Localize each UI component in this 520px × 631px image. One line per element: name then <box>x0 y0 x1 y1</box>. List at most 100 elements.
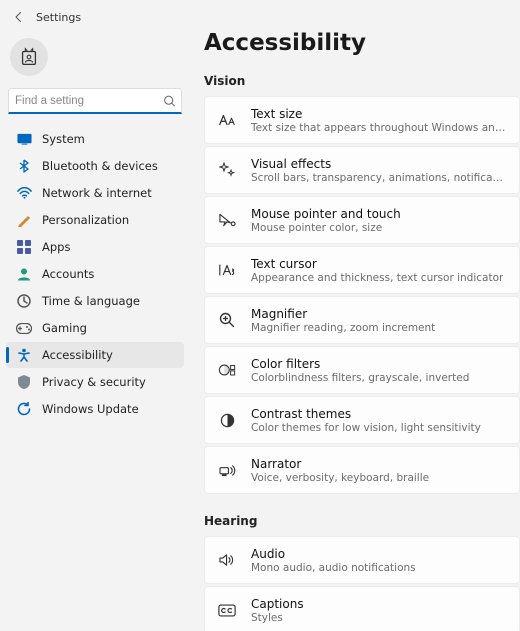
card-desc: Text size that appears throughout Window… <box>251 122 507 134</box>
avatar[interactable] <box>10 38 48 76</box>
card-text: NarratorVoice, verbosity, keyboard, brai… <box>251 457 429 484</box>
accessibility-icon <box>16 347 32 363</box>
card-desc: Scroll bars, transparency, animations, n… <box>251 172 507 184</box>
card-title: Captions <box>251 597 304 611</box>
card-text: Visual effectsScroll bars, transparency,… <box>251 157 507 184</box>
card-title: Contrast themes <box>251 407 481 421</box>
card-desc: Mono audio, audio notifications <box>251 562 416 574</box>
setting-card-text-size[interactable]: Text sizeText size that appears througho… <box>204 96 520 144</box>
titlebar: Settings <box>6 6 184 34</box>
nav-item-label: System <box>42 132 85 146</box>
card-text: Contrast themesColor themes for low visi… <box>251 407 481 434</box>
text-cursor-icon <box>217 260 237 280</box>
card-desc: Styles <box>251 612 304 624</box>
page-title: Accessibility <box>204 30 520 56</box>
bluetooth-icon <box>16 158 32 174</box>
card-text: Color filtersColorblindness filters, gra… <box>251 357 469 384</box>
nav-item-label: Personalization <box>42 213 129 227</box>
card-title: Mouse pointer and touch <box>251 207 401 221</box>
group-header: Vision <box>204 74 520 88</box>
card-title: Visual effects <box>251 157 507 171</box>
accounts-icon <box>16 266 32 282</box>
visual-effects-icon <box>217 160 237 180</box>
card-list: AudioMono audio, audio notifications Capt… <box>204 536 520 631</box>
card-title: Narrator <box>251 457 429 471</box>
back-button[interactable] <box>10 8 28 26</box>
nav-item-personalization[interactable]: Personalization <box>6 207 184 233</box>
setting-card-text-cursor[interactable]: Text cursorAppearance and thickness, tex… <box>204 246 520 294</box>
card-text: Text sizeText size that appears througho… <box>251 107 507 134</box>
setting-card-mouse-pointer-and-touch[interactable]: Mouse pointer and touchMouse pointer col… <box>204 196 520 244</box>
card-desc: Mouse pointer color, size <box>251 222 401 234</box>
main-content: Accessibility Vision Text sizeText size t… <box>190 0 520 631</box>
card-title: Audio <box>251 547 416 561</box>
search-icon <box>163 95 176 108</box>
setting-card-visual-effects[interactable]: Visual effectsScroll bars, transparency,… <box>204 146 520 194</box>
mouse-icon <box>217 210 237 230</box>
magnifier-icon <box>217 310 237 330</box>
color-filters-icon <box>217 360 237 380</box>
nav-item-label: Accessibility <box>42 348 113 362</box>
search-input[interactable] <box>8 88 182 114</box>
setting-card-color-filters[interactable]: Color filtersColorblindness filters, gra… <box>204 346 520 394</box>
nav-item-label: Gaming <box>42 321 87 335</box>
nav-item-label: Time & language <box>42 294 140 308</box>
nav-item-accessibility[interactable]: Accessibility <box>6 342 184 368</box>
card-title: Color filters <box>251 357 469 371</box>
apps-icon <box>16 239 32 255</box>
group-header: Hearing <box>204 514 520 528</box>
nav-item-privacy-security[interactable]: Privacy & security <box>6 369 184 395</box>
card-title: Text cursor <box>251 257 503 271</box>
avatar-icon <box>18 46 40 68</box>
app-title: Settings <box>36 11 81 24</box>
nav-item-gaming[interactable]: Gaming <box>6 315 184 341</box>
setting-card-magnifier[interactable]: MagnifierMagnifier reading, zoom increme… <box>204 296 520 344</box>
text-size-icon <box>217 110 237 130</box>
contrast-icon <box>217 410 237 430</box>
nav-list: System Bluetooth & devices Network & inter… <box>6 126 184 422</box>
nav-item-label: Accounts <box>42 267 94 281</box>
nav-item-time-language[interactable]: Time & language <box>6 288 184 314</box>
card-text: CaptionsStyles <box>251 597 304 624</box>
search-wrap <box>8 88 182 114</box>
card-desc: Magnifier reading, zoom increment <box>251 322 435 334</box>
time-icon <box>16 293 32 309</box>
gaming-icon <box>16 320 32 336</box>
personalization-icon <box>16 212 32 228</box>
nav-item-label: Apps <box>42 240 70 254</box>
narrator-icon <box>217 460 237 480</box>
setting-card-audio[interactable]: AudioMono audio, audio notifications <box>204 536 520 584</box>
setting-card-captions[interactable]: CaptionsStyles <box>204 586 520 631</box>
card-desc: Color themes for low vision, light sensi… <box>251 422 481 434</box>
nav-item-windows-update[interactable]: Windows Update <box>6 396 184 422</box>
nav-item-apps[interactable]: Apps <box>6 234 184 260</box>
setting-card-narrator[interactable]: NarratorVoice, verbosity, keyboard, brai… <box>204 446 520 494</box>
card-desc: Voice, verbosity, keyboard, braille <box>251 472 429 484</box>
card-text: Mouse pointer and touchMouse pointer col… <box>251 207 401 234</box>
nav-item-system[interactable]: System <box>6 126 184 152</box>
card-text: Text cursorAppearance and thickness, tex… <box>251 257 503 284</box>
nav-item-accounts[interactable]: Accounts <box>6 261 184 287</box>
nav-item-label: Bluetooth & devices <box>42 159 158 173</box>
nav-item-label: Network & internet <box>42 186 152 200</box>
card-list: Text sizeText size that appears througho… <box>204 96 520 494</box>
setting-card-contrast-themes[interactable]: Contrast themesColor themes for low visi… <box>204 396 520 444</box>
card-desc: Colorblindness filters, grayscale, inver… <box>251 372 469 384</box>
card-text: AudioMono audio, audio notifications <box>251 547 416 574</box>
update-icon <box>16 401 32 417</box>
nav-item-label: Windows Update <box>42 402 139 416</box>
nav-item-bluetooth-devices[interactable]: Bluetooth & devices <box>6 153 184 179</box>
captions-icon <box>217 600 237 620</box>
card-desc: Appearance and thickness, text cursor in… <box>251 272 503 284</box>
privacy-icon <box>16 374 32 390</box>
audio-icon <box>217 550 237 570</box>
sidebar: Settings System Bluetooth & devices Networ… <box>0 0 190 631</box>
card-title: Text size <box>251 107 507 121</box>
card-title: Magnifier <box>251 307 435 321</box>
nav-item-network-internet[interactable]: Network & internet <box>6 180 184 206</box>
back-arrow-icon <box>13 11 25 23</box>
card-text: MagnifierMagnifier reading, zoom increme… <box>251 307 435 334</box>
network-icon <box>16 185 32 201</box>
system-icon <box>16 131 32 147</box>
nav-item-label: Privacy & security <box>42 375 146 389</box>
